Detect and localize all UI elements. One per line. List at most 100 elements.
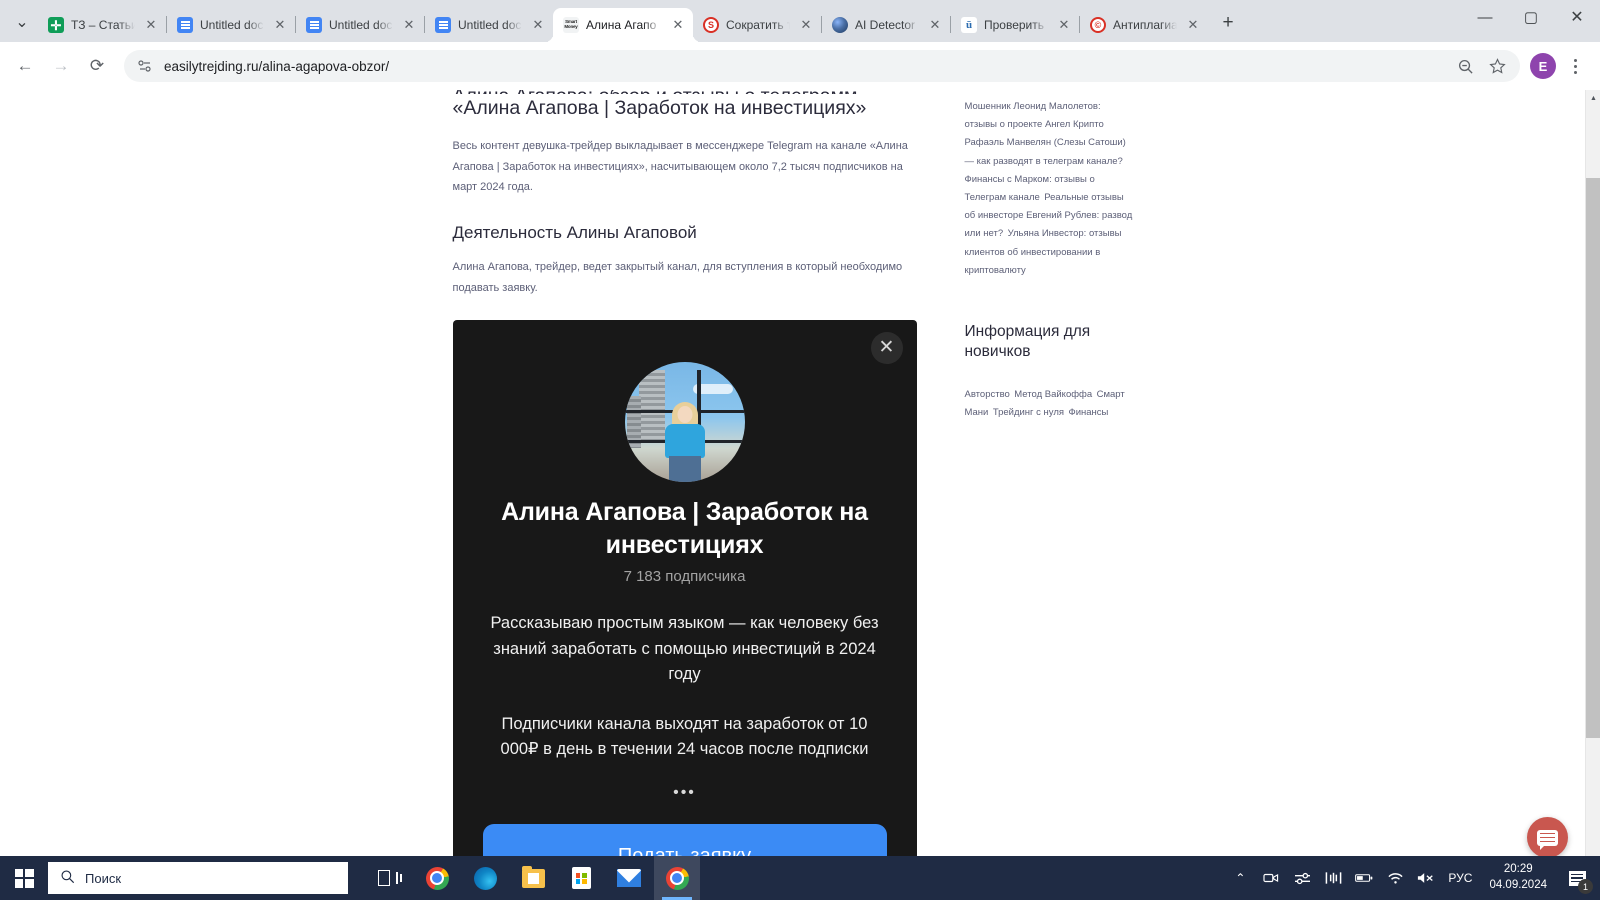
tab-title: Untitled docu — [200, 18, 264, 32]
page-sidebar: Мошенник Леонид Малолетов: отзывы о прое… — [965, 90, 1133, 900]
start-button[interactable] — [0, 856, 48, 900]
taskbar-chrome-button[interactable] — [414, 856, 460, 900]
chrome-icon — [665, 866, 689, 890]
sidebar-section-link-0[interactable]: Авторство — [965, 389, 1010, 400]
tab-proverit-tekst[interactable]: ū Проверить т ✕ — [951, 8, 1079, 42]
taskbar-explorer-button[interactable] — [510, 856, 556, 900]
tab-title: AI Detector - — [855, 18, 919, 32]
profile-avatar[interactable]: E — [1530, 53, 1556, 79]
subscriber-count: 7 183 подписчика — [623, 568, 746, 586]
tab-strip: ⌄ ✛ ТЗ – Статьи ( ✕ Untitled docu ✕ — [0, 0, 1600, 42]
tab-untitled-doc-1[interactable]: Untitled docu ✕ — [167, 8, 295, 42]
settings-sliders-icon[interactable] — [1293, 867, 1311, 889]
sidebar-section-link-1[interactable]: Метод Вайкоффа — [1014, 389, 1092, 400]
close-icon[interactable]: ✕ — [870, 331, 903, 364]
sidebar-link-0[interactable]: Мошенник Леонид Малолетов: отзывы о прое… — [965, 101, 1104, 130]
card-description: Рассказываю простым языком — как человек… — [490, 614, 879, 758]
window-maximize-button[interactable]: ▢ — [1508, 0, 1554, 34]
tab-close-icon[interactable]: ✕ — [1055, 16, 1073, 34]
tab-antiplagiat[interactable]: © Антиплагиат ✕ — [1080, 8, 1208, 42]
tab-alina-agapova[interactable]: Smart Money Алина Агапо ✕ — [553, 8, 693, 42]
mail-icon — [617, 869, 641, 887]
tab-title: Сократить те — [726, 18, 790, 32]
forward-icon[interactable]: → — [44, 49, 78, 83]
tab-close-icon[interactable]: ✕ — [142, 16, 160, 34]
article-column: Алина Агапова: обзор и отзывы о телеграм… — [452, 90, 917, 900]
clock[interactable]: 20:29 04.09.2024 — [1485, 862, 1551, 893]
address-bar[interactable]: easilytrejding.ru/alina-agapova-obzor/ — [124, 50, 1520, 82]
chat-widget-button[interactable] — [1527, 817, 1568, 858]
page-scrollbar[interactable]: ▲ ▼ — [1585, 90, 1600, 900]
wifi-icon[interactable] — [1386, 867, 1404, 889]
google-sheets-icon: ✛ — [48, 17, 64, 33]
scrollbar-up-arrow[interactable]: ▲ — [1586, 90, 1600, 106]
avatar — [624, 361, 745, 482]
show-hidden-icons-icon[interactable]: ⌃ — [1231, 867, 1249, 889]
tab-title: ТЗ – Статьи ( — [71, 18, 135, 32]
expand-more-icon[interactable]: ••• — [483, 784, 887, 802]
camera-icon[interactable] — [1262, 867, 1280, 889]
chat-bubble-icon — [1537, 829, 1558, 850]
sidebar-link-1[interactable]: Рафаэль Манвелян (Слезы Сатоши) — как ра… — [965, 137, 1126, 166]
tab-untitled-doc-2[interactable]: Untitled docu ✕ — [296, 8, 424, 42]
search-icon — [60, 869, 75, 887]
tab-close-icon[interactable]: ✕ — [529, 16, 547, 34]
tab-untitled-doc-3[interactable]: Untitled docu ✕ — [425, 8, 553, 42]
tab-close-icon[interactable]: ✕ — [400, 16, 418, 34]
tab-title: Untitled docu — [458, 18, 522, 32]
battery-icon[interactable] — [1355, 867, 1373, 889]
tab-ai-detector[interactable]: AI Detector - ✕ — [822, 8, 950, 42]
kebab-glyph — [1562, 58, 1588, 74]
page-title: Алина Агапова: обзор и отзывы о телеграм… — [453, 90, 915, 122]
tab-close-icon[interactable]: ✕ — [669, 16, 687, 34]
windows-taskbar: Поиск ⌃ РУС 20:29 04.09.2024 1 — [0, 856, 1600, 900]
clock-time: 20:29 — [1503, 863, 1533, 876]
browser-toolbar: ← → ⟳ easilytrejding.ru/alina-agapova-ob… — [0, 42, 1600, 90]
tab-tz-statyi[interactable]: ✛ ТЗ – Статьи ( ✕ — [38, 8, 166, 42]
language-indicator[interactable]: РУС — [1448, 871, 1472, 885]
tab-close-icon[interactable]: ✕ — [926, 16, 944, 34]
tab-search-icon[interactable]: ⌄ — [8, 8, 36, 36]
page-title-line2: «Алина Агапова | Заработок на инвестиция… — [452, 97, 867, 119]
taskbar-app-icons — [366, 856, 700, 900]
zoom-out-icon[interactable] — [1456, 57, 1474, 75]
reload-icon[interactable]: ⟳ — [80, 49, 114, 83]
google-docs-icon — [177, 17, 193, 33]
taskbar-chrome-active-button[interactable] — [654, 856, 700, 900]
section-heading: Деятельность Алины Агаповой — [452, 223, 697, 243]
taskbar-search-input[interactable]: Поиск — [48, 862, 348, 894]
equalizer-icon[interactable] — [1324, 867, 1342, 889]
windows-logo-icon — [14, 868, 34, 888]
tab-close-icon[interactable]: ✕ — [1184, 16, 1202, 34]
sidebar-section-link-4[interactable]: Финансы — [1068, 407, 1108, 418]
window-close-button[interactable]: ✕ — [1554, 0, 1600, 34]
red-circle-icon: S — [703, 17, 719, 33]
volume-muted-icon[interactable] — [1417, 867, 1435, 889]
taskbar-mail-button[interactable] — [606, 856, 652, 900]
section-paragraph: Алина Агапова, трейдер, ведет закрытый к… — [452, 261, 903, 294]
chrome-menu-icon[interactable] — [1558, 49, 1592, 83]
window-minimize-button[interactable]: — — [1462, 0, 1508, 34]
telegram-channel-card: ✕ Алина Агапова | Заработок на инвестици… — [452, 319, 917, 877]
task-view-button[interactable] — [366, 856, 412, 900]
scrollbar-thumb[interactable] — [1586, 178, 1600, 738]
tab-close-icon[interactable]: ✕ — [271, 16, 289, 34]
tab-close-icon[interactable]: ✕ — [797, 16, 815, 34]
sidebar-section-title: Информация для новичков — [964, 322, 1091, 361]
new-tab-button[interactable]: + — [1214, 9, 1242, 37]
taskbar-edge-button[interactable] — [462, 856, 508, 900]
window-controls: — ▢ ✕ — [1462, 0, 1600, 42]
blue-globe-icon — [832, 17, 848, 33]
bookmark-star-icon[interactable] — [1488, 57, 1506, 75]
tab-title: Алина Агапо — [586, 18, 657, 32]
sidebar-section-link-3[interactable]: Трейдинг с нуля — [993, 407, 1064, 418]
back-icon[interactable]: ← — [8, 49, 42, 83]
tab-sokratit-tekst[interactable]: S Сократить те ✕ — [693, 8, 821, 42]
notification-center-button[interactable]: 1 — [1564, 865, 1593, 894]
taskbar-store-button[interactable] — [558, 856, 604, 900]
browser-window: ⌄ ✛ ТЗ – Статьи ( ✕ Untitled docu ✕ — [0, 0, 1600, 900]
web-page: Алина Агапова: обзор и отзывы о телеграм… — [0, 90, 1585, 900]
google-docs-icon — [435, 17, 451, 33]
site-settings-icon[interactable] — [136, 57, 154, 75]
notification-badge: 1 — [1578, 879, 1593, 894]
